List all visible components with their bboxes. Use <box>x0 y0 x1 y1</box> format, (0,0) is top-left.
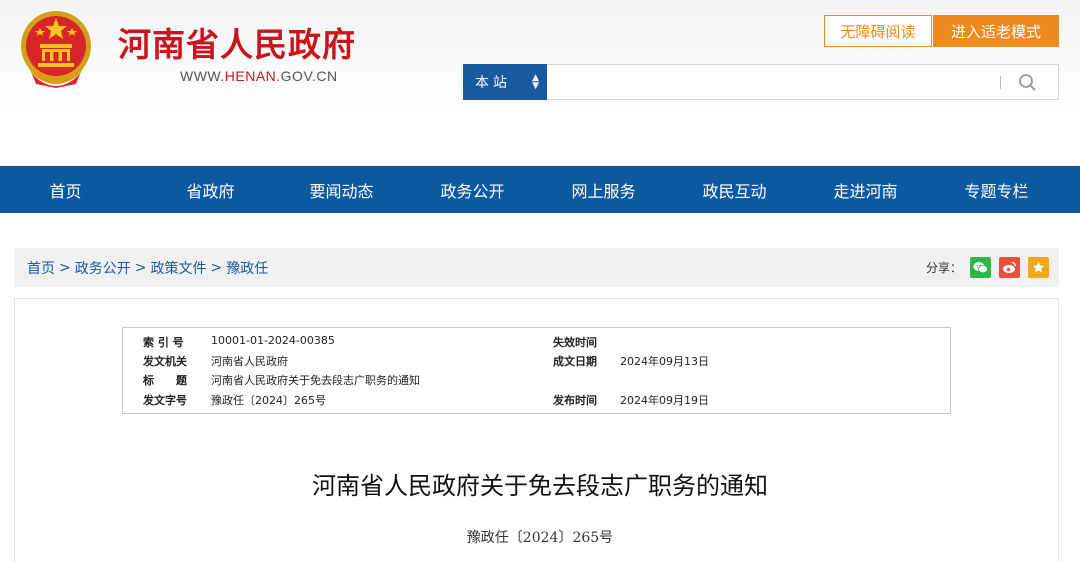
search-box: 本站 ▲ ▼ <box>463 64 1059 100</box>
nav-item-home[interactable]: 首页 <box>0 166 145 213</box>
nav-item-news[interactable]: 要闻动态 <box>276 166 407 213</box>
meta-row: 发文字号 豫政任〔2024〕265号 发布时间 2024年09月19日 <box>123 392 950 410</box>
search-scope-select[interactable]: 本站 ▲ ▼ <box>463 64 547 100</box>
sort-caret-icon: ▲ ▼ <box>532 73 539 91</box>
meta-expiry-label: 失效时间 <box>553 336 597 349</box>
url-highlight: HENAN <box>224 68 277 84</box>
breadcrumb-home[interactable]: 首页 <box>27 258 55 278</box>
main-nav: 首页 省政府 要闻动态 政务公开 网上服务 政民互动 走进河南 专题专栏 <box>0 166 1080 213</box>
nav-item-special-topics[interactable]: 专题专栏 <box>931 166 1062 213</box>
meta-row: 标 题 河南省人民政府关于免去段志广职务的通知 <box>123 372 950 390</box>
wechat-icon[interactable] <box>970 257 991 278</box>
breadcrumb-separator: > <box>134 259 147 276</box>
breadcrumb-separator: > <box>210 259 223 276</box>
breadcrumb-gov-affairs[interactable]: 政务公开 <box>75 258 131 278</box>
nav-item-provincial-gov[interactable]: 省政府 <box>145 166 276 213</box>
breadcrumb-current[interactable]: 豫政任 <box>226 258 268 278</box>
meta-issuer-label: 发文机关 <box>143 355 187 368</box>
meta-docno-label: 发文字号 <box>143 394 187 407</box>
breadcrumb-policy-docs[interactable]: 政策文件 <box>150 258 206 278</box>
meta-index-value: 10001-01-2024-00385 <box>211 334 335 347</box>
nav-item-interaction[interactable]: 政民互动 <box>669 166 800 213</box>
url-suffix: .GOV.CN <box>276 68 338 84</box>
search-divider <box>1000 76 1001 89</box>
meta-issuer-value: 河南省人民政府 <box>211 355 288 368</box>
site-url: WWW.HENAN.GOV.CN <box>180 68 338 84</box>
meta-written-value: 2024年09月13日 <box>620 355 709 368</box>
document-title: 河南省人民政府关于免去段志广职务的通知 <box>312 472 768 500</box>
document-number: 豫政任〔2024〕265号 <box>466 530 614 546</box>
site-header: 河南省人民政府 WWW.HENAN.GOV.CN 无障碍阅读 进入适老模式 本站… <box>0 0 1080 166</box>
breadcrumb: 首页 > 政务公开 > 政策文件 > 豫政任 <box>27 248 268 287</box>
search-input[interactable] <box>548 65 998 99</box>
breadcrumb-bar: 首页 > 政务公开 > 政策文件 > 豫政任 分享： <box>14 248 1059 287</box>
search-icon[interactable] <box>1016 72 1040 94</box>
share-bar: 分享： <box>926 248 1049 287</box>
accessibility-button[interactable]: 无障碍阅读 <box>824 15 932 47</box>
meta-written-label: 成文日期 <box>553 355 597 368</box>
weibo-icon[interactable] <box>999 257 1020 278</box>
site-title: 河南省人民政府 <box>118 25 356 64</box>
meta-index-label: 索 引 号 <box>143 336 184 349</box>
national-emblem-icon <box>21 11 91 88</box>
nav-item-online-services[interactable]: 网上服务 <box>538 166 669 213</box>
meta-title-value: 河南省人民政府关于免去段志广职务的通知 <box>211 374 420 387</box>
meta-published-label: 发布时间 <box>553 394 597 407</box>
favorite-icon[interactable] <box>1028 257 1049 278</box>
meta-title-label: 标 题 <box>143 374 187 387</box>
meta-row: 索 引 号 10001-01-2024-00385 失效时间 <box>123 334 950 352</box>
url-prefix: WWW. <box>180 68 225 84</box>
breadcrumb-separator: > <box>59 259 71 276</box>
nav-item-gov-affairs[interactable]: 政务公开 <box>407 166 538 213</box>
share-label: 分享： <box>925 261 962 275</box>
document-meta-table: 索 引 号 10001-01-2024-00385 失效时间 发文机关 河南省人… <box>122 327 951 414</box>
meta-docno-value: 豫政任〔2024〕265号 <box>211 394 326 407</box>
search-scope-label: 本站 <box>475 75 511 91</box>
meta-row: 发文机关 河南省人民政府 成文日期 2024年09月13日 <box>123 353 950 371</box>
nav-item-about-henan[interactable]: 走进河南 <box>800 166 931 213</box>
elder-mode-button[interactable]: 进入适老模式 <box>933 15 1059 47</box>
meta-published-value: 2024年09月19日 <box>620 394 709 407</box>
